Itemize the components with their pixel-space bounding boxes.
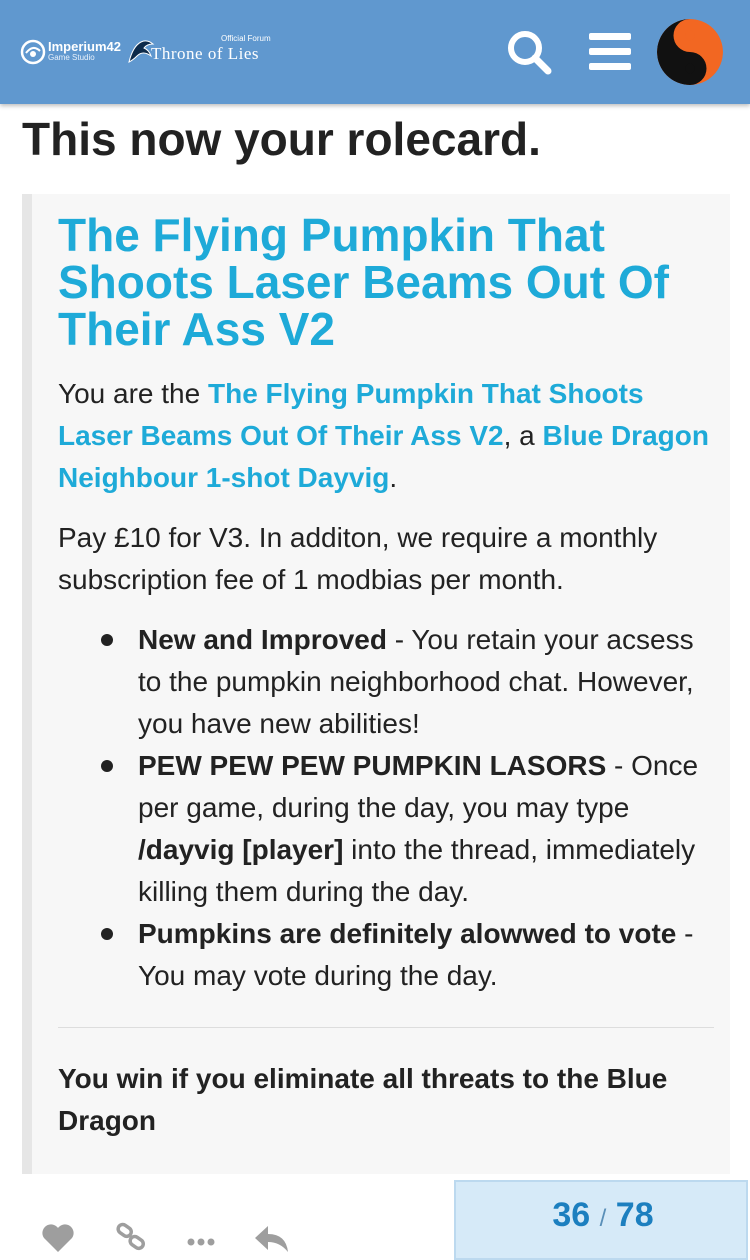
more-options-button[interactable]: [184, 1222, 220, 1259]
search-button[interactable]: [503, 26, 555, 78]
tol-wordmark: Throne of Lies: [151, 44, 260, 63]
ability-name: PEW PEW PEW PUMPKIN LASORS: [138, 750, 607, 781]
ability-separator: -: [676, 918, 694, 949]
rolecard-quote: The Flying Pumpkin That Shoots Laser Bea…: [22, 194, 730, 1174]
role-description: Pay £10 for V3. In additon, we require a…: [58, 522, 658, 595]
tol-subtitle: Official Forum: [221, 34, 271, 43]
horizontal-rule: [58, 1027, 714, 1028]
hamburger-icon: [589, 33, 631, 70]
hamburger-menu-button[interactable]: [584, 26, 636, 78]
link-icon: [116, 1222, 146, 1251]
abilities-list: New and Improved - You retain your acses…: [58, 619, 720, 997]
heart-icon: [42, 1224, 74, 1252]
post-counter: 36 / 78: [456, 1196, 750, 1235]
ability-separator: -: [606, 750, 632, 781]
counter-separator: /: [599, 1205, 607, 1232]
total-post-count: 78: [615, 1196, 654, 1234]
post-actions: [40, 1218, 300, 1252]
ability-item: Pumpkins are definitely alowwed to vote …: [101, 913, 720, 997]
imperium42-tagline: Game Studio: [48, 53, 95, 62]
yin-yang-avatar-icon: [657, 19, 723, 85]
current-post-number: 36: [552, 1196, 591, 1234]
throne-of-lies-logo[interactable]: Official Forum Throne of Lies: [127, 34, 287, 68]
reply-icon: [255, 1226, 288, 1252]
more-icon: [187, 1238, 215, 1246]
ability-separator: -: [386, 624, 412, 655]
imperium42-wordmark: Imperium42: [48, 39, 121, 54]
site-header: Imperium42 Game Studio Official Forum Th…: [0, 0, 750, 104]
imperium42-logo-icon: [20, 39, 46, 65]
ability-name: New and Improved: [138, 624, 387, 655]
reply-button[interactable]: [252, 1222, 292, 1259]
share-link-button[interactable]: [114, 1222, 150, 1259]
ability-command: /dayvig [player]: [138, 834, 344, 865]
ability-item: New and Improved - You retain your acses…: [101, 619, 720, 745]
post-heading: This now your rolecard.: [22, 113, 541, 165]
role-name-heading: The Flying Pumpkin That Shoots Laser Bea…: [58, 209, 669, 355]
intro-suffix: .: [389, 462, 398, 493]
intro-prefix: You are the: [58, 378, 208, 409]
user-avatar[interactable]: [657, 19, 723, 85]
ability-item: PEW PEW PEW PUMPKIN LASORS - Once per ga…: [101, 745, 720, 913]
topic-progress[interactable]: 36 / 78: [454, 1180, 748, 1260]
search-icon: [508, 31, 552, 75]
imperium42-logo[interactable]: Imperium42 Game Studio: [20, 38, 130, 66]
role-intro: You are the The Flying Pumpkin That Shoo…: [58, 373, 720, 499]
ability-name: Pumpkins are definitely alowwed to vote: [138, 918, 677, 949]
intro-mid: , a: [503, 420, 543, 451]
like-button[interactable]: [40, 1222, 76, 1259]
win-condition: You win if you eliminate all threats to …: [58, 1063, 668, 1136]
ability-text: You may vote during the day.: [138, 960, 498, 991]
